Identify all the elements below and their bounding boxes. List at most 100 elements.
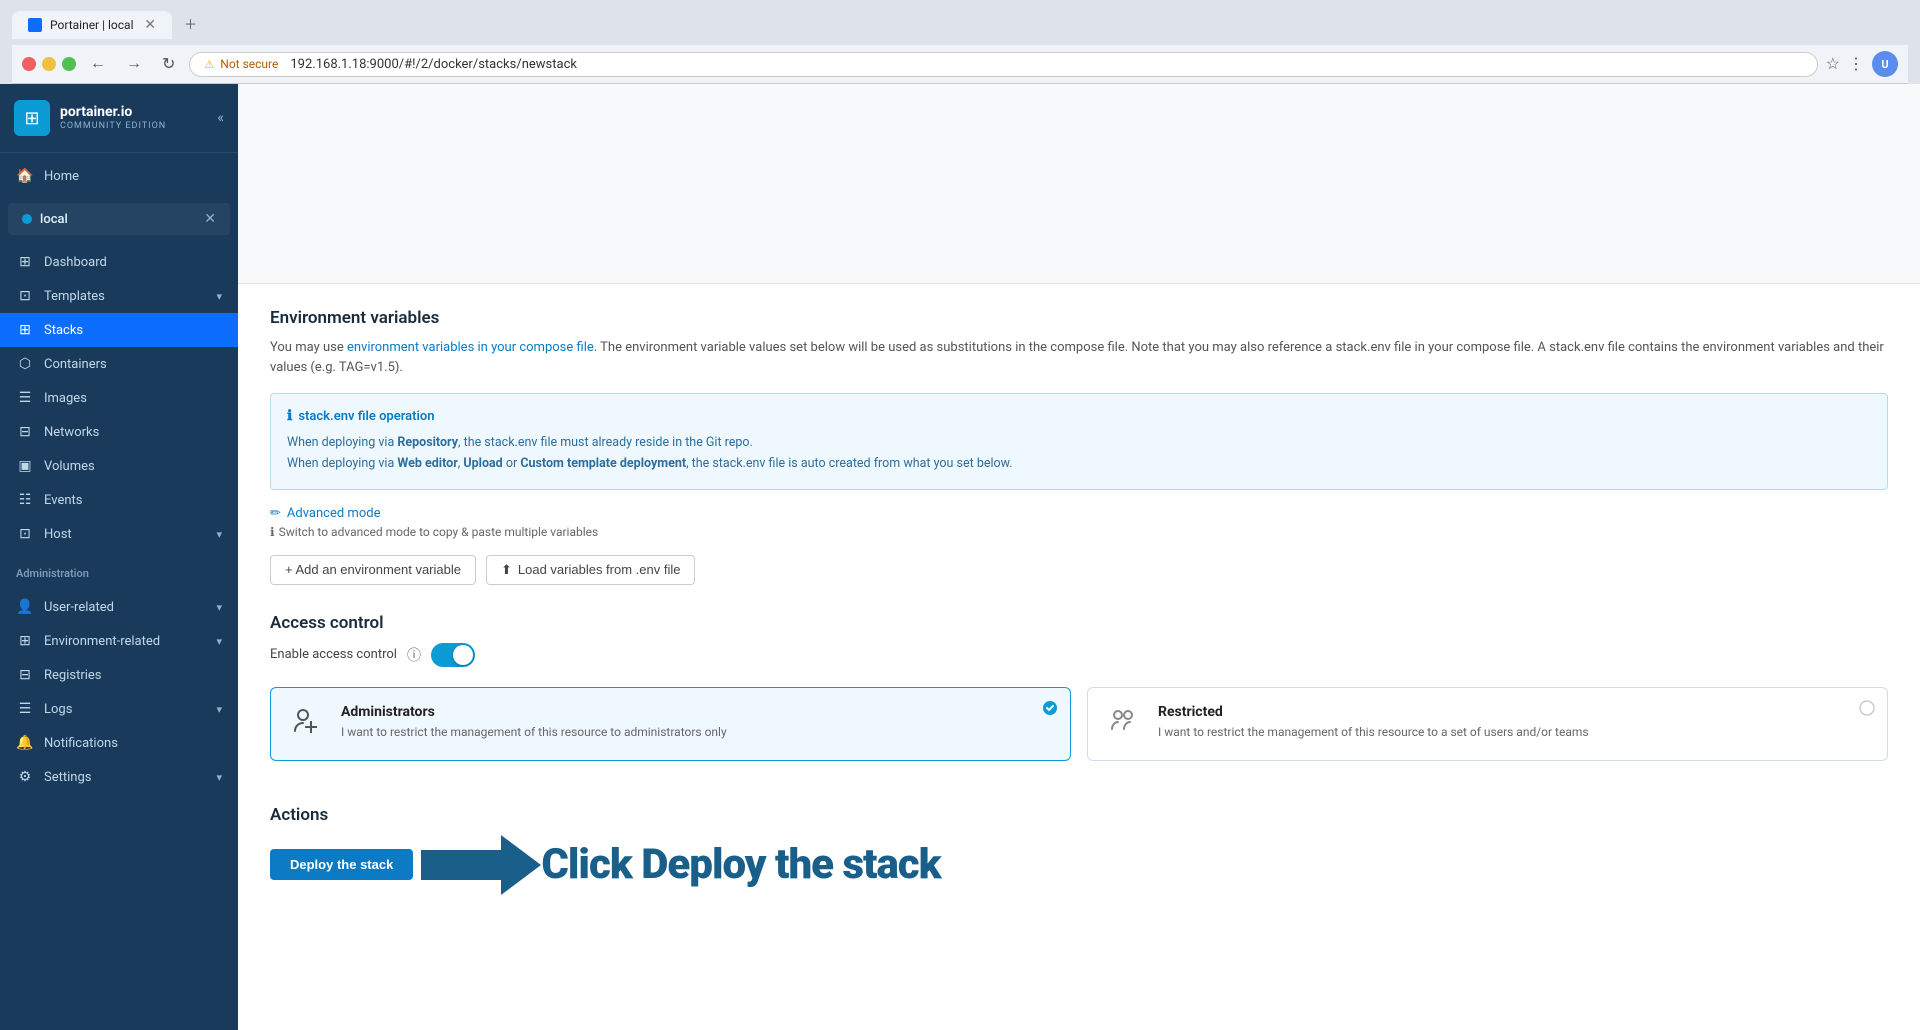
info-line1-bold: Repository — [397, 435, 458, 450]
admin-card-desc: I want to restrict the management of thi… — [341, 724, 727, 741]
access-control-section: Access control Enable access control ⓘ — [270, 613, 1888, 667]
info-box: ℹ stack.env file operation When deployin… — [270, 393, 1888, 490]
sidebar-label-images: Images — [44, 391, 222, 406]
sidebar-item-registries[interactable]: ⊟ Registries — [0, 658, 238, 692]
active-tab[interactable]: Portainer | local ✕ — [12, 11, 172, 39]
deploy-stack-btn[interactable]: Deploy the stack — [270, 849, 413, 880]
advanced-mode-sub-text: Switch to advanced mode to copy & paste … — [279, 525, 599, 539]
logo-text: portainer.io — [60, 105, 166, 120]
sidebar-item-events[interactable]: ☷ Events — [0, 483, 238, 517]
settings-chevron: ▾ — [216, 771, 222, 784]
info-line2-bold1: Web editor — [397, 456, 457, 471]
sidebar-environment[interactable]: local ✕ — [8, 203, 230, 235]
forward-btn[interactable]: → — [120, 53, 148, 75]
restricted-icon — [1108, 705, 1140, 743]
actions-section-title: Actions — [270, 805, 1888, 825]
new-tab-btn[interactable]: ＋ — [174, 8, 207, 39]
sidebar-item-host[interactable]: ⊡ Host ▾ — [0, 517, 238, 551]
security-icon: ⚠ — [204, 58, 214, 71]
window-close[interactable] — [22, 57, 36, 71]
logo-icon: ⊞ — [14, 100, 50, 136]
toggle-knob — [453, 645, 473, 665]
sidebar-label-notifications: Notifications — [44, 736, 222, 751]
admin-card-content: Administrators I want to restrict the ma… — [341, 704, 727, 741]
extensions-btn[interactable]: ⋮ — [1848, 54, 1864, 74]
info-line2-bold2: Upload — [463, 456, 502, 471]
admin-card-title: Administrators — [341, 704, 727, 720]
advanced-mode-label: Advanced mode — [287, 506, 381, 521]
sidebar-item-home[interactable]: 🏠 Home — [0, 159, 238, 193]
env-name: local — [40, 212, 196, 227]
user-related-icon: 👤 — [16, 599, 34, 615]
host-chevron: ▾ — [216, 528, 222, 541]
sidebar-item-logs[interactable]: ☰ Logs ▾ — [0, 692, 238, 726]
notifications-icon: 🔔 — [16, 735, 34, 751]
load-env-btn[interactable]: ⬆ Load variables from .env file — [486, 555, 696, 585]
app-layout: ⊞ portainer.io COMMUNITY EDITION « 🏠 Hom… — [0, 84, 1920, 1030]
env-desc-link[interactable]: environment variables in your compose fi… — [347, 340, 594, 355]
add-env-btn[interactable]: + Add an environment variable — [270, 555, 476, 585]
admin-radio[interactable] — [1042, 700, 1058, 716]
enable-access-label: Enable access control — [270, 647, 397, 662]
back-btn[interactable]: ← — [84, 53, 112, 75]
user-avatar[interactable]: U — [1872, 51, 1898, 77]
window-maximize[interactable] — [62, 57, 76, 71]
sidebar-section-env: ⊞ Dashboard ⊡ Templates ▾ ⊞ Stacks ⬡ Con… — [0, 239, 238, 557]
info-line1-end: , the stack.env file must already reside… — [458, 435, 753, 450]
volumes-icon: ▣ — [16, 458, 34, 474]
top-scroll-area — [238, 84, 1920, 284]
access-control-toggle[interactable] — [431, 643, 475, 667]
host-icon: ⊡ — [16, 526, 34, 542]
sidebar-collapse-btn[interactable]: « — [217, 110, 224, 126]
sidebar-item-environment-related[interactable]: ⊞ Environment-related ▾ — [0, 624, 238, 658]
sidebar-item-templates[interactable]: ⊡ Templates ▾ — [0, 279, 238, 313]
bookmark-btn[interactable]: ☆ — [1826, 54, 1840, 74]
env-desc-start: You may use — [270, 340, 347, 355]
logs-icon: ☰ — [16, 701, 34, 717]
sidebar-item-dashboard[interactable]: ⊞ Dashboard — [0, 245, 238, 279]
env-actions: + Add an environment variable ⬆ Load var… — [270, 555, 1888, 585]
logo-text-block: portainer.io COMMUNITY EDITION — [60, 105, 166, 130]
window-minimize[interactable] — [42, 57, 56, 71]
sidebar-label-volumes: Volumes — [44, 459, 222, 474]
sidebar-item-stacks[interactable]: ⊞ Stacks — [0, 313, 238, 347]
sidebar-label-stacks: Stacks — [44, 323, 222, 338]
address-bar[interactable]: ⚠ Not secure 192.168.1.18:9000/#!/2/dock… — [189, 52, 1817, 77]
restricted-radio[interactable] — [1859, 700, 1875, 716]
logo-sub: COMMUNITY EDITION — [60, 121, 166, 131]
tab-close-btn[interactable]: ✕ — [144, 17, 156, 33]
sidebar: ⊞ portainer.io COMMUNITY EDITION « 🏠 Hom… — [0, 84, 238, 1030]
sidebar-label-environment-related: Environment-related — [44, 634, 206, 649]
sidebar-logo: ⊞ portainer.io COMMUNITY EDITION « — [0, 84, 238, 153]
info-line1-start: When deploying via — [287, 435, 397, 450]
admin-section-label: Administration — [0, 557, 238, 584]
logs-chevron: ▾ — [216, 703, 222, 716]
admin-card[interactable]: Administrators I want to restrict the ma… — [270, 687, 1071, 761]
window-controls — [22, 57, 76, 71]
security-label: Not secure — [220, 57, 278, 71]
restricted-card-desc: I want to restrict the management of thi… — [1158, 724, 1589, 741]
reload-btn[interactable]: ↻ — [156, 52, 181, 76]
sidebar-item-volumes[interactable]: ▣ Volumes — [0, 449, 238, 483]
env-dot — [22, 214, 32, 224]
sidebar-item-notifications[interactable]: 🔔 Notifications — [0, 726, 238, 760]
restricted-card[interactable]: Restricted I want to restrict the manage… — [1087, 687, 1888, 761]
sidebar-label-events: Events — [44, 493, 222, 508]
browser-chrome: Portainer | local ✕ ＋ ← → ↻ ⚠ Not secure… — [0, 0, 1920, 84]
access-info-icon[interactable]: ⓘ — [407, 645, 421, 665]
sidebar-item-user-related[interactable]: 👤 User-related ▾ — [0, 590, 238, 624]
admin-icon — [291, 705, 323, 743]
info-line1: When deploying via Repository, the stack… — [287, 432, 1871, 453]
info-line2-bold3: Custom template deployment — [520, 456, 686, 471]
env-section-desc: You may use environment variables in you… — [270, 338, 1888, 377]
containers-icon: ⬡ — [16, 356, 34, 372]
tab-title: Portainer | local — [50, 18, 134, 32]
sidebar-item-networks[interactable]: ⊟ Networks — [0, 415, 238, 449]
env-close-btn[interactable]: ✕ — [204, 211, 216, 227]
sidebar-label-logs: Logs — [44, 702, 206, 717]
sidebar-item-settings[interactable]: ⚙ Settings ▾ — [0, 760, 238, 794]
sidebar-item-images[interactable]: ☰ Images — [0, 381, 238, 415]
advanced-mode-toggle[interactable]: ✏ Advanced mode — [270, 506, 1888, 521]
dashboard-icon: ⊞ — [16, 254, 34, 270]
sidebar-item-containers[interactable]: ⬡ Containers — [0, 347, 238, 381]
